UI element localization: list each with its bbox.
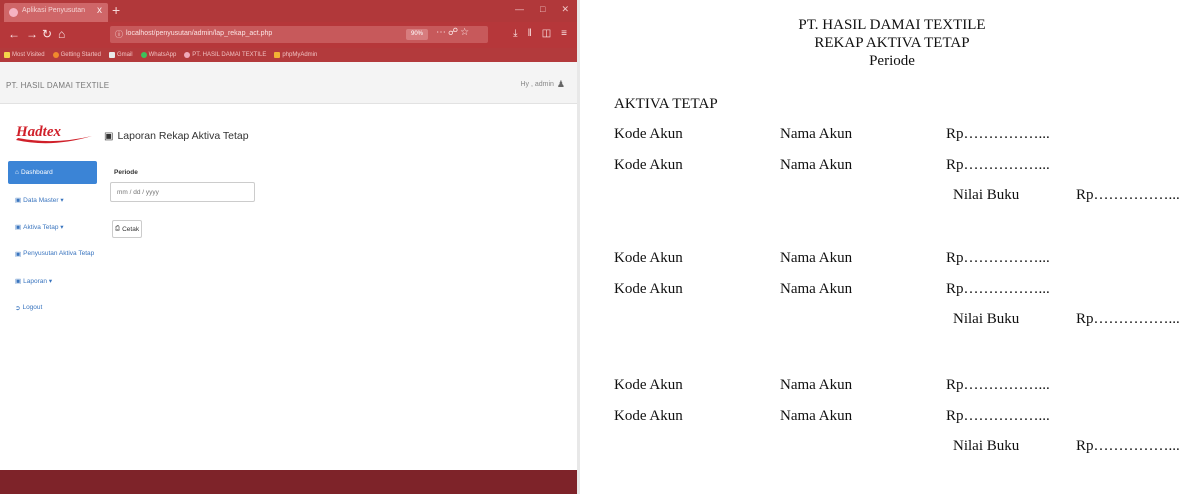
browser-window: Aplikasi Penyusutan x + — □ ✕ ← → ↻ ⌂ ⓘ … — [0, 0, 577, 494]
sidebar-item-penyusutan[interactable]: ▣ Penyusutan Aktiva Tetap — [8, 242, 97, 265]
nilai-buku-label: Nilai Buku — [953, 311, 1020, 327]
cetak-button[interactable]: ⎙ Cetak — [112, 220, 142, 238]
sidebar-item-logout[interactable]: ➲ Logout — [8, 296, 97, 319]
site-icon — [184, 52, 191, 58]
report-section-heading: AKTIVA TETAP — [614, 96, 718, 112]
institution-icon: ▣ — [15, 277, 22, 285]
institution-icon: ▣ — [15, 250, 22, 258]
report-period: Periode — [869, 53, 915, 69]
whatsapp-icon — [140, 52, 147, 58]
institution-icon: ▣ — [104, 130, 114, 142]
bookmark-item[interactable]: PT. HASIL DAMAI TEXTILE — [184, 52, 266, 58]
page-heading: ▣ Laporan Rekap Aktiva Tetap — [104, 130, 249, 142]
row-kode-akun: Kode Akun — [614, 250, 683, 266]
row-rp: Rp……………... — [946, 281, 1050, 297]
row-rp: Rp……………... — [946, 250, 1050, 266]
bookmark-icon — [4, 52, 10, 58]
page-actions-icon[interactable]: ⋯☍☆ — [436, 27, 471, 38]
address-url: localhost/penyusutan/admin/lap_rekap_act… — [126, 30, 273, 37]
nilai-buku-value: Rp……………... — [1076, 187, 1180, 203]
favicon-icon — [9, 8, 18, 17]
row-kode-akun: Kode Akun — [614, 281, 683, 297]
sidebar-item-dashboard[interactable]: ⌂ Dashboard — [8, 161, 97, 184]
logo-text: Hadtex — [15, 124, 61, 140]
zoom-badge[interactable]: 90% — [406, 29, 428, 40]
window-controls: — □ ✕ — [515, 4, 569, 15]
user-greeting: Hy , admin — [520, 81, 554, 88]
hadtex-logo: Hadtex — [15, 124, 92, 144]
nilai-buku-value: Rp……………... — [1076, 438, 1180, 454]
maximize-icon[interactable]: □ — [540, 4, 545, 15]
row-kode-akun: Kode Akun — [614, 126, 683, 142]
sidebar-item-data-master[interactable]: ▣ Data Master ▾ — [8, 188, 97, 211]
page-title: Laporan Rekap Aktiva Tetap — [117, 130, 249, 142]
reload-icon[interactable]: ↻ — [42, 27, 52, 41]
menu-icon[interactable]: ≡ — [561, 28, 567, 39]
institution-icon: ▣ — [15, 196, 22, 204]
browser-tab[interactable]: Aplikasi Penyusutan x — [4, 3, 108, 22]
tab-title: Aplikasi Penyusutan — [22, 7, 86, 14]
sidebar-item-aktiva-tetap[interactable]: ▣ Aktiva Tetap ▾ — [8, 215, 97, 238]
sidebar-item-laporan[interactable]: ▣ Laporan ▾ — [8, 269, 97, 292]
browser-navbar: ← → ↻ ⌂ ⓘ localhost/penyusutan/admin/lap… — [0, 22, 577, 48]
row-kode-akun: Kode Akun — [614, 157, 683, 173]
institution-icon: ▣ — [15, 223, 22, 231]
row-nama-akun: Nama Akun — [780, 281, 853, 297]
minimize-icon[interactable]: — — [515, 4, 524, 15]
row-nama-akun: Nama Akun — [780, 408, 853, 424]
info-icon: ⓘ — [115, 30, 123, 39]
bookmark-item[interactable]: phpMyAdmin — [274, 52, 317, 58]
user-icon: ♟ — [556, 79, 565, 89]
bookmarks-bar: Most Visited Getting Started Gmail Whats… — [0, 48, 577, 62]
print-icon: ⎙ — [114, 225, 121, 232]
address-bar[interactable]: ⓘ localhost/penyusutan/admin/lap_rekap_a… — [110, 26, 488, 43]
bookmark-item[interactable]: WhatsApp — [140, 52, 176, 58]
row-nama-akun: Nama Akun — [780, 126, 853, 142]
gmail-icon — [108, 52, 115, 58]
toolbar-icons: ⤓ ‖ ◫ ≡ — [513, 28, 567, 39]
download-icon[interactable]: ⤓ — [513, 28, 517, 39]
app-footer — [0, 470, 577, 494]
home-icon[interactable]: ⌂ — [58, 27, 65, 41]
row-rp: Rp……………... — [946, 408, 1050, 424]
tab-close-button[interactable]: x — [97, 5, 102, 16]
phpmyadmin-icon — [274, 52, 281, 58]
nilai-buku-label: Nilai Buku — [953, 438, 1020, 454]
sidebar: ⌂ Dashboard ▣ Data Master ▾ ▣ Aktiva Tet… — [8, 161, 97, 323]
bookmark-item[interactable]: Getting Started — [52, 52, 101, 58]
app-header: PT. HASIL DAMAI TEXTILE Hy , admin ♟ — [0, 62, 577, 104]
browser-titlebar: Aplikasi Penyusutan x + — □ ✕ — [0, 0, 577, 22]
row-nama-akun: Nama Akun — [780, 157, 853, 173]
logout-icon: ➲ — [15, 304, 21, 312]
forward-icon[interactable]: → — [26, 27, 38, 41]
row-rp: Rp……………... — [946, 126, 1050, 142]
library-icon[interactable]: ‖ — [528, 28, 532, 39]
periode-date-input[interactable] — [110, 182, 255, 202]
new-tab-button[interactable]: + — [112, 2, 120, 18]
bookmark-item[interactable]: Most Visited — [4, 52, 45, 58]
row-rp: Rp……………... — [946, 157, 1050, 173]
report-mockup: PT. HASIL DAMAI TEXTILE REKAP AKTIVA TET… — [580, 0, 1204, 494]
firefox-icon — [52, 52, 59, 58]
report-title: REKAP AKTIVA TETAP — [814, 35, 970, 51]
row-nama-akun: Nama Akun — [780, 377, 853, 393]
user-menu[interactable]: Hy , admin ♟ — [520, 79, 565, 90]
bookmark-item[interactable]: Gmail — [108, 52, 133, 58]
home-icon: ⌂ — [15, 169, 19, 176]
row-kode-akun: Kode Akun — [614, 408, 683, 424]
nilai-buku-value: Rp……………... — [1076, 311, 1180, 327]
report-company: PT. HASIL DAMAI TEXTILE — [798, 17, 986, 33]
sidebar-toggle-icon[interactable]: ◫ — [542, 28, 551, 39]
back-icon[interactable]: ← — [8, 27, 20, 41]
nilai-buku-label: Nilai Buku — [953, 187, 1020, 203]
periode-label: Periode — [114, 169, 138, 176]
row-nama-akun: Nama Akun — [780, 250, 853, 266]
row-rp: Rp……………... — [946, 377, 1050, 393]
app-brand[interactable]: PT. HASIL DAMAI TEXTILE — [6, 81, 109, 90]
row-kode-akun: Kode Akun — [614, 377, 683, 393]
close-window-icon[interactable]: ✕ — [561, 4, 569, 15]
